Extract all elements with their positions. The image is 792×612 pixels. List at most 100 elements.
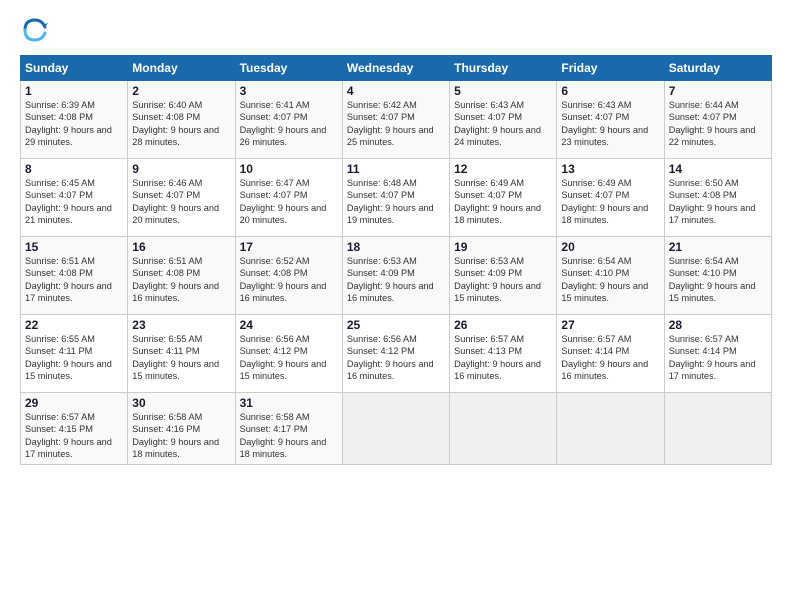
day-info: Sunrise: 6:51 AMSunset: 4:08 PMDaylight:… xyxy=(25,255,123,305)
calendar-day-cell: 19Sunrise: 6:53 AMSunset: 4:09 PMDayligh… xyxy=(450,237,557,315)
calendar-day-cell: 30Sunrise: 6:58 AMSunset: 4:16 PMDayligh… xyxy=(128,393,235,465)
calendar-day-cell: 11Sunrise: 6:48 AMSunset: 4:07 PMDayligh… xyxy=(342,159,449,237)
day-info: Sunrise: 6:40 AMSunset: 4:08 PMDaylight:… xyxy=(132,99,230,149)
day-number: 17 xyxy=(240,240,338,254)
day-info: Sunrise: 6:58 AMSunset: 4:17 PMDaylight:… xyxy=(240,411,338,461)
calendar-day-cell: 25Sunrise: 6:56 AMSunset: 4:12 PMDayligh… xyxy=(342,315,449,393)
day-info: Sunrise: 6:51 AMSunset: 4:08 PMDaylight:… xyxy=(132,255,230,305)
weekday-header: Sunday xyxy=(21,56,128,81)
day-number: 1 xyxy=(25,84,123,98)
calendar-day-cell: 28Sunrise: 6:57 AMSunset: 4:14 PMDayligh… xyxy=(664,315,771,393)
day-info: Sunrise: 6:57 AMSunset: 4:15 PMDaylight:… xyxy=(25,411,123,461)
calendar-week-row: 15Sunrise: 6:51 AMSunset: 4:08 PMDayligh… xyxy=(21,237,772,315)
calendar-day-cell: 10Sunrise: 6:47 AMSunset: 4:07 PMDayligh… xyxy=(235,159,342,237)
day-number: 29 xyxy=(25,396,123,410)
calendar-day-cell: 29Sunrise: 6:57 AMSunset: 4:15 PMDayligh… xyxy=(21,393,128,465)
day-info: Sunrise: 6:41 AMSunset: 4:07 PMDaylight:… xyxy=(240,99,338,149)
calendar-day-cell: 14Sunrise: 6:50 AMSunset: 4:08 PMDayligh… xyxy=(664,159,771,237)
calendar-week-row: 29Sunrise: 6:57 AMSunset: 4:15 PMDayligh… xyxy=(21,393,772,465)
weekday-header: Thursday xyxy=(450,56,557,81)
logo xyxy=(20,15,54,45)
day-number: 9 xyxy=(132,162,230,176)
day-number: 25 xyxy=(347,318,445,332)
weekday-header: Wednesday xyxy=(342,56,449,81)
day-info: Sunrise: 6:55 AMSunset: 4:11 PMDaylight:… xyxy=(25,333,123,383)
day-info: Sunrise: 6:45 AMSunset: 4:07 PMDaylight:… xyxy=(25,177,123,227)
day-number: 6 xyxy=(561,84,659,98)
calendar-day-cell: 22Sunrise: 6:55 AMSunset: 4:11 PMDayligh… xyxy=(21,315,128,393)
day-info: Sunrise: 6:53 AMSunset: 4:09 PMDaylight:… xyxy=(347,255,445,305)
day-number: 26 xyxy=(454,318,552,332)
weekday-header: Tuesday xyxy=(235,56,342,81)
day-info: Sunrise: 6:57 AMSunset: 4:14 PMDaylight:… xyxy=(669,333,767,383)
day-number: 8 xyxy=(25,162,123,176)
day-info: Sunrise: 6:39 AMSunset: 4:08 PMDaylight:… xyxy=(25,99,123,149)
day-info: Sunrise: 6:55 AMSunset: 4:11 PMDaylight:… xyxy=(132,333,230,383)
day-number: 28 xyxy=(669,318,767,332)
day-number: 22 xyxy=(25,318,123,332)
calendar-week-row: 8Sunrise: 6:45 AMSunset: 4:07 PMDaylight… xyxy=(21,159,772,237)
day-number: 24 xyxy=(240,318,338,332)
day-number: 16 xyxy=(132,240,230,254)
calendar-day-cell xyxy=(450,393,557,465)
day-number: 4 xyxy=(347,84,445,98)
day-info: Sunrise: 6:54 AMSunset: 4:10 PMDaylight:… xyxy=(561,255,659,305)
calendar-day-cell xyxy=(557,393,664,465)
day-number: 12 xyxy=(454,162,552,176)
weekday-header: Saturday xyxy=(664,56,771,81)
day-info: Sunrise: 6:56 AMSunset: 4:12 PMDaylight:… xyxy=(240,333,338,383)
calendar-day-cell: 27Sunrise: 6:57 AMSunset: 4:14 PMDayligh… xyxy=(557,315,664,393)
calendar-day-cell: 16Sunrise: 6:51 AMSunset: 4:08 PMDayligh… xyxy=(128,237,235,315)
day-info: Sunrise: 6:49 AMSunset: 4:07 PMDaylight:… xyxy=(454,177,552,227)
day-info: Sunrise: 6:49 AMSunset: 4:07 PMDaylight:… xyxy=(561,177,659,227)
day-number: 15 xyxy=(25,240,123,254)
calendar-day-cell: 21Sunrise: 6:54 AMSunset: 4:10 PMDayligh… xyxy=(664,237,771,315)
day-number: 20 xyxy=(561,240,659,254)
calendar-day-cell: 24Sunrise: 6:56 AMSunset: 4:12 PMDayligh… xyxy=(235,315,342,393)
page-header xyxy=(20,15,772,45)
day-number: 13 xyxy=(561,162,659,176)
calendar-day-cell xyxy=(664,393,771,465)
day-number: 3 xyxy=(240,84,338,98)
day-number: 23 xyxy=(132,318,230,332)
day-info: Sunrise: 6:47 AMSunset: 4:07 PMDaylight:… xyxy=(240,177,338,227)
calendar-day-cell: 7Sunrise: 6:44 AMSunset: 4:07 PMDaylight… xyxy=(664,81,771,159)
calendar-day-cell: 9Sunrise: 6:46 AMSunset: 4:07 PMDaylight… xyxy=(128,159,235,237)
calendar-day-cell: 1Sunrise: 6:39 AMSunset: 4:08 PMDaylight… xyxy=(21,81,128,159)
logo-icon xyxy=(20,15,50,45)
calendar-day-cell: 2Sunrise: 6:40 AMSunset: 4:08 PMDaylight… xyxy=(128,81,235,159)
calendar-day-cell: 23Sunrise: 6:55 AMSunset: 4:11 PMDayligh… xyxy=(128,315,235,393)
page-container: SundayMondayTuesdayWednesdayThursdayFrid… xyxy=(0,0,792,612)
day-info: Sunrise: 6:56 AMSunset: 4:12 PMDaylight:… xyxy=(347,333,445,383)
calendar-day-cell: 13Sunrise: 6:49 AMSunset: 4:07 PMDayligh… xyxy=(557,159,664,237)
day-number: 5 xyxy=(454,84,552,98)
day-info: Sunrise: 6:44 AMSunset: 4:07 PMDaylight:… xyxy=(669,99,767,149)
day-number: 19 xyxy=(454,240,552,254)
day-number: 18 xyxy=(347,240,445,254)
day-number: 2 xyxy=(132,84,230,98)
calendar-day-cell: 31Sunrise: 6:58 AMSunset: 4:17 PMDayligh… xyxy=(235,393,342,465)
calendar-table: SundayMondayTuesdayWednesdayThursdayFrid… xyxy=(20,55,772,465)
calendar-day-cell: 15Sunrise: 6:51 AMSunset: 4:08 PMDayligh… xyxy=(21,237,128,315)
day-number: 30 xyxy=(132,396,230,410)
day-info: Sunrise: 6:53 AMSunset: 4:09 PMDaylight:… xyxy=(454,255,552,305)
day-number: 14 xyxy=(669,162,767,176)
day-info: Sunrise: 6:48 AMSunset: 4:07 PMDaylight:… xyxy=(347,177,445,227)
day-number: 21 xyxy=(669,240,767,254)
calendar-week-row: 22Sunrise: 6:55 AMSunset: 4:11 PMDayligh… xyxy=(21,315,772,393)
calendar-day-cell xyxy=(342,393,449,465)
calendar-day-cell: 17Sunrise: 6:52 AMSunset: 4:08 PMDayligh… xyxy=(235,237,342,315)
calendar-day-cell: 5Sunrise: 6:43 AMSunset: 4:07 PMDaylight… xyxy=(450,81,557,159)
day-info: Sunrise: 6:46 AMSunset: 4:07 PMDaylight:… xyxy=(132,177,230,227)
day-info: Sunrise: 6:54 AMSunset: 4:10 PMDaylight:… xyxy=(669,255,767,305)
weekday-header: Monday xyxy=(128,56,235,81)
calendar-day-cell: 8Sunrise: 6:45 AMSunset: 4:07 PMDaylight… xyxy=(21,159,128,237)
day-info: Sunrise: 6:57 AMSunset: 4:13 PMDaylight:… xyxy=(454,333,552,383)
calendar-day-cell: 3Sunrise: 6:41 AMSunset: 4:07 PMDaylight… xyxy=(235,81,342,159)
day-number: 31 xyxy=(240,396,338,410)
day-number: 10 xyxy=(240,162,338,176)
day-info: Sunrise: 6:50 AMSunset: 4:08 PMDaylight:… xyxy=(669,177,767,227)
calendar-day-cell: 18Sunrise: 6:53 AMSunset: 4:09 PMDayligh… xyxy=(342,237,449,315)
day-info: Sunrise: 6:52 AMSunset: 4:08 PMDaylight:… xyxy=(240,255,338,305)
weekday-header: Friday xyxy=(557,56,664,81)
